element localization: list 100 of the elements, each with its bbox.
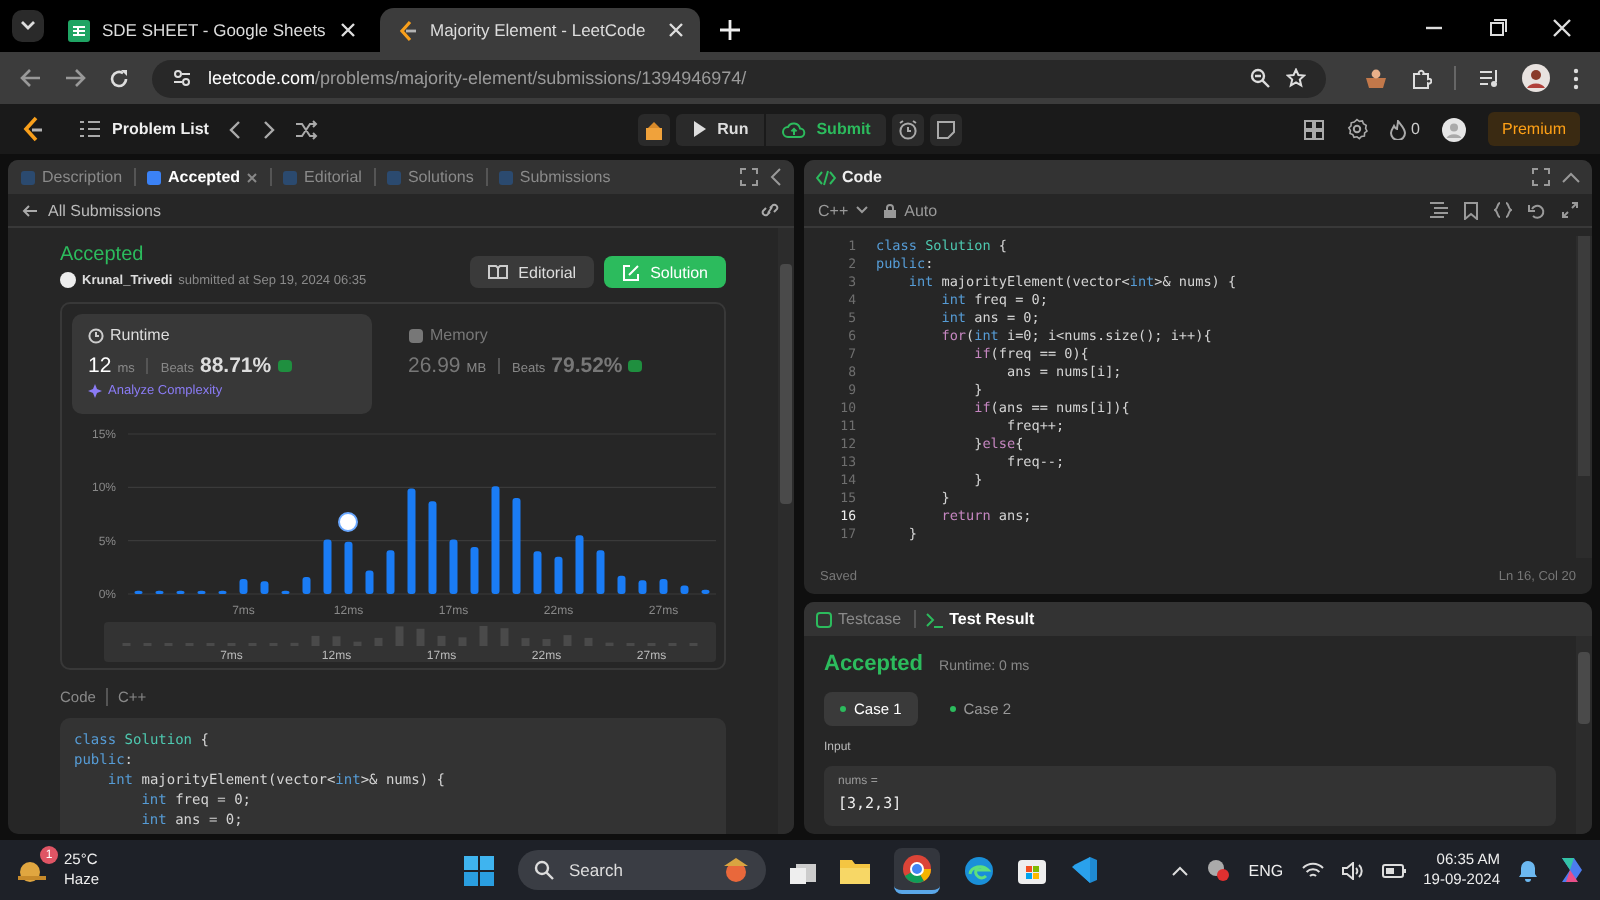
notes-button[interactable] bbox=[930, 113, 963, 145]
scrollbar-thumb[interactable] bbox=[1578, 652, 1590, 724]
battery-icon[interactable] bbox=[1381, 863, 1406, 877]
bookmark-icon[interactable] bbox=[1464, 201, 1478, 219]
chrome-icon[interactable] bbox=[901, 853, 931, 883]
avatar-icon[interactable] bbox=[1441, 117, 1466, 141]
panel-tab[interactable]: Testcase bbox=[816, 610, 902, 628]
tab-search-button[interactable] bbox=[12, 10, 44, 42]
fullscreen-icon[interactable] bbox=[1562, 202, 1578, 218]
stat-title: Memory bbox=[430, 326, 488, 344]
site-settings-icon[interactable] bbox=[172, 68, 192, 88]
auto-mode-toggle[interactable]: Auto bbox=[884, 201, 938, 219]
bar[interactable] bbox=[344, 541, 353, 594]
bell-icon[interactable] bbox=[1518, 859, 1538, 881]
new-tab-icon[interactable] bbox=[720, 20, 740, 40]
language-indicator[interactable]: ENG bbox=[1248, 861, 1284, 879]
collapse-icon[interactable] bbox=[1562, 171, 1580, 183]
editorial-button[interactable]: Editorial bbox=[470, 256, 595, 288]
problem-list-link[interactable]: Problem List bbox=[80, 120, 209, 138]
bar[interactable] bbox=[470, 547, 479, 594]
star-icon[interactable] bbox=[1286, 68, 1306, 88]
lock-icon bbox=[884, 203, 897, 217]
leetcode-logo-icon[interactable] bbox=[20, 116, 44, 142]
expand-icon[interactable] bbox=[740, 168, 758, 186]
chip-icon bbox=[408, 327, 424, 343]
debug-button[interactable] bbox=[637, 113, 670, 145]
scrollbar-thumb[interactable] bbox=[1578, 236, 1590, 476]
next-icon[interactable] bbox=[262, 119, 277, 139]
bar[interactable] bbox=[323, 539, 332, 594]
undo-icon[interactable] bbox=[1528, 201, 1546, 219]
panel-tab[interactable]: Editorial bbox=[282, 168, 362, 186]
timer-button[interactable] bbox=[892, 113, 925, 145]
bar[interactable] bbox=[617, 575, 626, 594]
language-dropdown[interactable]: C++ bbox=[818, 201, 869, 219]
profile-avatar-icon[interactable] bbox=[1522, 64, 1550, 92]
zoom-icon[interactable] bbox=[1250, 68, 1270, 88]
panel-tab[interactable]: Solutions bbox=[385, 168, 474, 186]
search-field[interactable]: Search bbox=[517, 850, 765, 890]
bar[interactable] bbox=[638, 580, 647, 594]
settings-icon[interactable] bbox=[1345, 118, 1368, 140]
flame-icon bbox=[1389, 119, 1406, 139]
store-icon[interactable] bbox=[1017, 856, 1045, 884]
tab-icon bbox=[385, 169, 402, 185]
scrollbar-thumb[interactable] bbox=[780, 264, 792, 504]
collapse-icon[interactable] bbox=[770, 168, 782, 186]
bar[interactable] bbox=[554, 556, 563, 594]
tab-icon bbox=[497, 169, 514, 185]
back-icon[interactable] bbox=[20, 68, 42, 88]
list-icon bbox=[80, 120, 100, 138]
beats-percentage: 79.52% bbox=[551, 354, 623, 378]
bar[interactable] bbox=[680, 585, 689, 594]
panel-tab[interactable]: Submissions bbox=[497, 168, 611, 186]
folder-icon[interactable] bbox=[839, 857, 869, 883]
streak-counter[interactable]: 0 bbox=[1389, 119, 1420, 139]
layout-icon[interactable] bbox=[1303, 119, 1324, 139]
bar[interactable] bbox=[386, 550, 395, 594]
expand-icon[interactable] bbox=[1532, 168, 1550, 186]
note-icon bbox=[936, 119, 957, 139]
restore-icon[interactable] bbox=[1488, 18, 1508, 38]
bar[interactable] bbox=[239, 579, 248, 594]
address-field[interactable]: leetcode.com/problems/majority-element/submissions/1394946974/ bbox=[152, 59, 1326, 97]
run-button[interactable]: Run bbox=[675, 113, 765, 145]
panel-tab[interactable]: Test Result bbox=[925, 610, 1035, 628]
bar[interactable] bbox=[449, 539, 458, 594]
bar[interactable] bbox=[533, 551, 542, 594]
chevron-up-icon[interactable] bbox=[1172, 865, 1189, 875]
wifi-icon[interactable] bbox=[1301, 861, 1324, 879]
bar[interactable] bbox=[260, 581, 269, 594]
link-icon[interactable] bbox=[760, 202, 780, 218]
weather-icon[interactable] bbox=[16, 858, 48, 886]
bar[interactable] bbox=[701, 589, 710, 594]
tray-app-icon[interactable] bbox=[1206, 858, 1231, 882]
forward-icon[interactable] bbox=[64, 68, 86, 88]
menu-icon[interactable] bbox=[1572, 67, 1580, 89]
all-submissions-link[interactable]: All Submissions bbox=[22, 201, 161, 219]
badge-icon bbox=[277, 360, 292, 372]
browser-tab[interactable]: SDE SHEET - Google Sheets bbox=[52, 8, 372, 52]
previous-icon[interactable] bbox=[228, 119, 243, 139]
submit-button[interactable]: Submit bbox=[766, 113, 887, 145]
windows-start-icon[interactable] bbox=[463, 855, 493, 885]
volume-icon[interactable] bbox=[1341, 861, 1364, 879]
reload-icon[interactable] bbox=[108, 67, 130, 89]
bar[interactable] bbox=[575, 535, 584, 594]
panel-tab[interactable]: Description bbox=[20, 168, 123, 186]
bar[interactable] bbox=[365, 570, 374, 594]
premium-button[interactable]: Premium bbox=[1487, 112, 1580, 146]
shuffle-icon[interactable] bbox=[296, 119, 319, 139]
bar[interactable] bbox=[659, 579, 668, 594]
format-icon[interactable] bbox=[1430, 202, 1448, 218]
extensions-icon[interactable] bbox=[1410, 67, 1432, 89]
submission-status: Accepted bbox=[60, 244, 146, 266]
bar[interactable] bbox=[596, 550, 605, 594]
browser-tab[interactable]: Majority Element - LeetCode bbox=[380, 8, 700, 52]
extension-badge-icon[interactable] bbox=[1364, 67, 1388, 89]
braces-icon[interactable] bbox=[1494, 202, 1512, 218]
media-control-icon[interactable] bbox=[1478, 68, 1500, 88]
edge-icon[interactable] bbox=[963, 855, 993, 885]
panel-tab[interactable]: Accepted bbox=[146, 168, 259, 186]
bar[interactable] bbox=[302, 576, 311, 594]
chevron-down-icon bbox=[856, 206, 869, 214]
